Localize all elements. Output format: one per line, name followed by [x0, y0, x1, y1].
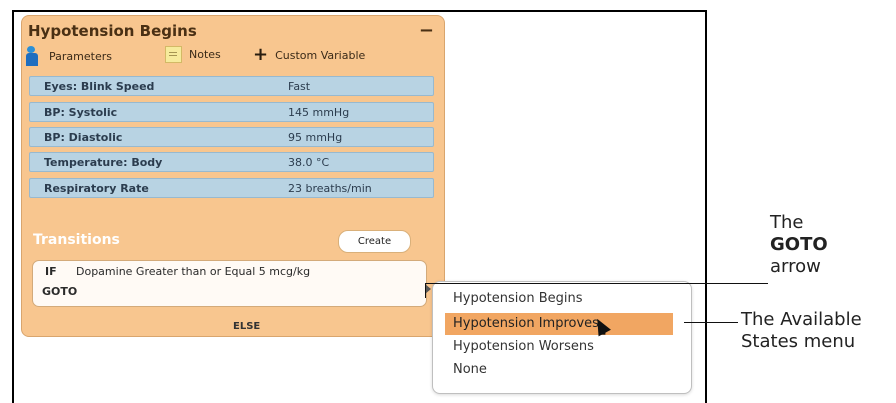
menu-item-hypotension-begins[interactable]: Hypotension Begins — [445, 288, 673, 310]
goto-callout-line3: arrow — [770, 256, 821, 277]
panel-title: Hypotension Begins — [28, 22, 197, 40]
goto-callout-line-vertical — [425, 283, 426, 298]
if-label: IF — [45, 265, 57, 278]
parameter-name: Eyes: Blink Speed — [44, 80, 155, 93]
states-callout-line — [684, 322, 738, 323]
state-panel: Hypotension Begins − Parameters Notes + … — [21, 15, 445, 337]
goto-callout-line2: GOTO — [770, 234, 828, 255]
parameter-name: BP: Diastolic — [44, 131, 123, 144]
frame-top-line — [12, 10, 706, 12]
collapse-button[interactable]: − — [419, 20, 434, 41]
states-callout-text: The Available States menu — [741, 309, 862, 353]
parameter-row[interactable]: Respiratory Rate 23 breaths/min — [29, 178, 434, 198]
parameter-value: 23 breaths/min — [288, 182, 372, 195]
states-callout-line2: States menu — [741, 331, 856, 352]
goto-callout-text: The GOTO arrow — [770, 212, 828, 278]
parameter-value: 38.0 °C — [288, 156, 330, 169]
parameter-name: Respiratory Rate — [44, 182, 149, 195]
notes-label: Notes — [189, 48, 221, 61]
parameters-tab[interactable]: Parameters — [26, 46, 112, 66]
goto-callout-line-horizontal — [425, 283, 768, 284]
custom-variable-tab[interactable]: + Custom Variable — [253, 46, 365, 64]
notes-icon — [165, 46, 182, 63]
goto-label: GOTO — [42, 285, 78, 298]
if-condition[interactable]: Dopamine Greater than or Equal 5 mcg/kg — [76, 265, 310, 278]
menu-item-none[interactable]: None — [445, 359, 673, 381]
parameter-row[interactable]: BP: Diastolic 95 mmHg — [29, 127, 434, 147]
goto-callout-line1: The — [770, 212, 804, 233]
parameter-name: Temperature: Body — [44, 156, 163, 169]
menu-item-hypotension-worsens[interactable]: Hypotension Worsens — [445, 336, 673, 358]
parameter-row[interactable]: Eyes: Blink Speed Fast — [29, 76, 434, 96]
parameter-value: Fast — [288, 80, 311, 93]
frame-right-line — [705, 10, 707, 403]
transitions-heading: Transitions — [33, 232, 120, 248]
parameter-row[interactable]: Temperature: Body 38.0 °C — [29, 152, 434, 172]
notes-tab[interactable]: Notes — [165, 46, 221, 63]
parameters-person-icon — [26, 46, 42, 66]
parameters-label: Parameters — [49, 49, 112, 63]
frame-left-line — [12, 10, 14, 403]
parameter-name: BP: Systolic — [44, 106, 118, 119]
transition-rule: IF Dopamine Greater than or Equal 5 mcg/… — [32, 260, 427, 307]
else-button[interactable]: ELSE — [233, 321, 260, 332]
parameter-value: 95 mmHg — [288, 131, 343, 144]
states-callout-line1: The Available — [741, 309, 862, 330]
parameter-value: 145 mmHg — [288, 106, 350, 119]
plus-icon: + — [253, 44, 269, 65]
parameter-row[interactable]: BP: Systolic 145 mmHg — [29, 102, 434, 122]
menu-item-hypotension-improves[interactable]: Hypotension Improves — [445, 313, 673, 335]
create-transition-button[interactable]: Create — [338, 230, 411, 253]
available-states-menu: Hypotension Begins Hypotension Improves … — [432, 281, 692, 394]
custom-variable-label: Custom Variable — [275, 48, 366, 62]
